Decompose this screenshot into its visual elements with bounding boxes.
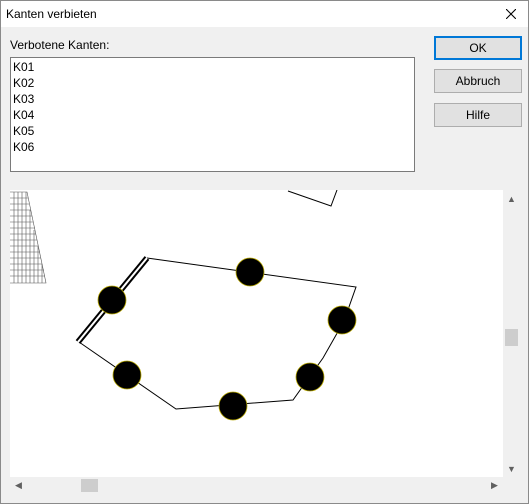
forbidden-edges-label: Verbotene Kanten: <box>10 38 110 52</box>
vertical-scroll-thumb[interactable] <box>505 329 518 346</box>
window-title: Kanten verbieten <box>6 7 97 21</box>
list-item[interactable]: K05 <box>13 123 412 139</box>
list-item[interactable]: K06 <box>13 139 412 155</box>
cancel-button[interactable]: Abbruch <box>434 69 522 93</box>
vertical-scrollbar[interactable]: ▲ ▼ <box>503 190 520 477</box>
arrow-left-icon[interactable]: ◀ <box>10 477 27 494</box>
list-item[interactable]: K01 <box>13 59 412 75</box>
graph-node[interactable] <box>295 362 325 392</box>
graph-nodes[interactable] <box>97 257 357 421</box>
arrow-down-icon[interactable]: ▼ <box>503 460 520 477</box>
grid-shape <box>10 191 47 284</box>
graph-node[interactable] <box>112 360 142 390</box>
partial-edge-top <box>287 190 338 207</box>
graph-node[interactable] <box>218 391 248 421</box>
dialog-window: Kanten verbieten Verbotene Kanten: K01 K… <box>0 0 529 504</box>
horizontal-scroll-thumb[interactable] <box>81 479 98 492</box>
graph-drawing[interactable] <box>10 190 503 477</box>
arrow-up-icon[interactable]: ▲ <box>503 190 520 207</box>
help-button[interactable]: Hilfe <box>434 103 522 127</box>
graph-node[interactable] <box>97 285 127 315</box>
close-icon <box>506 9 516 19</box>
forbidden-edges-list[interactable]: K01 K02 K03 K04 K05 K06 <box>10 57 415 172</box>
list-item[interactable]: K04 <box>13 107 412 123</box>
list-item[interactable]: K03 <box>13 91 412 107</box>
ok-button[interactable]: OK <box>434 36 522 60</box>
graph-node[interactable] <box>235 257 265 287</box>
title-bar: Kanten verbieten <box>1 1 528 27</box>
horizontal-scrollbar[interactable]: ◀ ▶ <box>10 477 503 494</box>
graph-node[interactable] <box>327 305 357 335</box>
graph-canvas[interactable] <box>10 190 503 477</box>
arrow-right-icon[interactable]: ▶ <box>486 477 503 494</box>
close-button[interactable] <box>494 1 528 27</box>
list-item[interactable]: K02 <box>13 75 412 91</box>
